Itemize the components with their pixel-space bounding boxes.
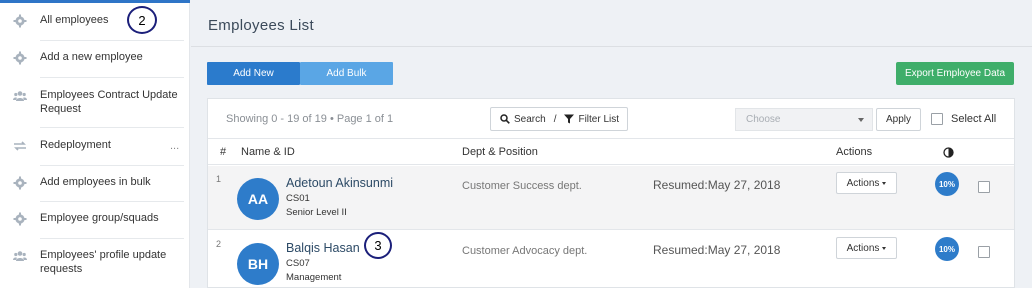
progress-badge: 10% <box>935 237 959 261</box>
sidebar-item-label: Employees' profile update requests <box>40 249 167 275</box>
gear-icon <box>13 14 27 28</box>
annotation-badge: 2 <box>127 6 157 34</box>
active-indicator <box>0 0 190 3</box>
employees-panel: Showing 0 - 19 of 19 • Page 1 of 1 Searc… <box>207 98 1015 288</box>
caret-down-icon <box>882 246 887 250</box>
actions-dropdown[interactable]: Actions <box>836 237 897 259</box>
pagination-status: Showing 0 - 19 of 19 • Page 1 of 1 <box>226 113 394 125</box>
employee-status: Resumed:May 27, 2018 <box>653 243 781 257</box>
swap-icon <box>13 139 27 153</box>
search-icon <box>500 114 510 124</box>
add-new-button[interactable]: Add New <box>207 62 300 85</box>
sidebar: All employees Add a new employee Employe… <box>0 0 190 288</box>
employee-level: Management <box>286 272 342 283</box>
progress-badge: 10% <box>935 172 959 196</box>
table-header: # Name & ID Dept & Position Actions <box>208 139 1014 165</box>
sidebar-item-label: Add a new employee <box>40 51 143 63</box>
avatar: BH <box>237 243 279 285</box>
employee-dept: Customer Success dept. <box>462 180 582 192</box>
select-placeholder: Choose <box>746 114 781 125</box>
row-index: 1 <box>216 174 222 184</box>
sidebar-item-label: Employee group/squads <box>40 212 159 224</box>
divider <box>40 127 184 128</box>
sidebar-item-label: All employees <box>40 14 109 26</box>
apply-button[interactable]: Apply <box>876 108 921 131</box>
gear-icon <box>13 176 27 190</box>
search-button[interactable]: Search <box>500 114 546 125</box>
actions-label: Actions <box>846 177 880 189</box>
divider <box>191 46 1032 47</box>
row-checkbox[interactable] <box>978 181 990 193</box>
gear-icon <box>13 51 27 65</box>
users-icon <box>13 249 27 263</box>
actions-dropdown[interactable]: Actions <box>836 172 897 194</box>
users-icon <box>13 89 27 103</box>
caret-down-icon <box>858 118 864 122</box>
filter-label: Filter List <box>578 113 620 125</box>
table-row: 1 AA Adetoun Akinsunmi CS01 Senior Level… <box>208 166 1014 230</box>
list-toolbar: Showing 0 - 19 of 19 • Page 1 of 1 Searc… <box>208 99 1014 139</box>
search-filter-box: Search / Filter List <box>490 107 628 131</box>
column-name: Name & ID <box>241 146 295 158</box>
divider <box>40 40 184 41</box>
column-actions: Actions <box>836 146 873 158</box>
divider <box>40 77 184 78</box>
employee-name[interactable]: Adetoun Akinsunmi <box>286 176 393 190</box>
employee-status: Resumed:May 27, 2018 <box>653 178 781 192</box>
row-checkbox[interactable] <box>978 246 990 258</box>
employee-dept: Customer Advocacy dept. <box>462 245 588 257</box>
main-content: Employees List Add New Add Bulk Export E… <box>191 0 1032 288</box>
add-bulk-button[interactable]: Add Bulk <box>300 62 393 85</box>
employee-level: Senior Level II <box>286 207 347 218</box>
caret-down-icon <box>882 181 887 185</box>
sidebar-item-label: Add employees in bulk <box>40 176 151 188</box>
avatar: AA <box>237 178 279 220</box>
filter-list-button[interactable]: Filter List <box>564 114 619 125</box>
bulk-action-select[interactable]: Choose <box>735 108 873 131</box>
table-row: 2 BH Balqis Hasan CS07 Management Custom… <box>208 231 1014 288</box>
divider <box>40 165 184 166</box>
divider <box>40 201 184 202</box>
select-all-label: Select All <box>951 113 997 125</box>
employee-id: CS07 <box>286 258 310 269</box>
sidebar-item-label: Employees Contract Update Request <box>40 89 178 115</box>
sidebar-item-label: Redeployment <box>40 139 111 151</box>
column-index: # <box>220 146 227 158</box>
divider <box>40 238 184 239</box>
employee-id: CS01 <box>286 193 310 204</box>
export-employee-data-button[interactable]: Export Employee Data <box>896 62 1014 85</box>
gear-icon <box>13 212 27 226</box>
page-title: Employees List <box>208 17 314 34</box>
select-all-checkbox[interactable] <box>931 113 943 125</box>
contrast-icon <box>943 147 954 158</box>
filter-icon <box>564 114 575 124</box>
more-dots[interactable]: ... <box>170 140 179 152</box>
column-dept: Dept & Position <box>462 146 538 158</box>
search-label: Search <box>514 113 546 125</box>
actions-label: Actions <box>846 242 880 254</box>
row-index: 2 <box>216 239 222 249</box>
separator: / <box>553 113 557 125</box>
annotation-badge: 3 <box>364 232 392 259</box>
employee-name[interactable]: Balqis Hasan <box>286 241 360 255</box>
